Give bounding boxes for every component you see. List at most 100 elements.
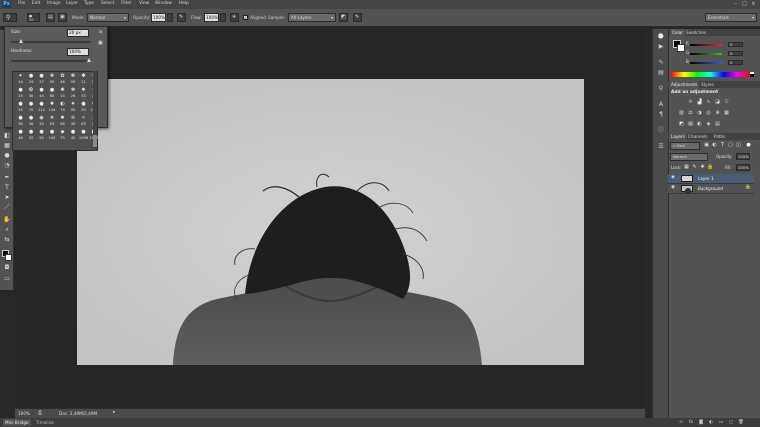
layer-row-background[interactable]: ◉ Background 🔒 <box>668 184 754 194</box>
menu-help[interactable]: Help <box>179 1 189 6</box>
history-panel-icon[interactable]: ⌚ <box>657 33 665 41</box>
blue-value-field[interactable]: 0 <box>728 60 743 65</box>
brush-preset-item[interactable]: ✸ 33 <box>78 88 89 99</box>
mode-select[interactable]: Normal ▾ <box>87 13 129 22</box>
layer-row-layer-1[interactable]: ◉ Layer 1 <box>668 174 754 184</box>
flow-dropdown[interactable] <box>220 13 226 22</box>
brush-preset-item[interactable]: ◉ 33 <box>36 116 47 127</box>
actions-panel-icon[interactable]: ▶ <box>657 43 665 51</box>
gradient-map-icon[interactable]: ▤ <box>714 121 721 128</box>
brush-preset-item[interactable]: ● 1096 <box>78 130 89 141</box>
green-value-field[interactable]: 0 <box>728 51 743 56</box>
tool-preset-picker[interactable]: ⚲ <box>3 13 17 22</box>
brush-preset-list[interactable]: ✦14●24●27❋39✿46✾59✱11✲17●23❂36●44●60✺14❃… <box>12 71 99 151</box>
brush-list-scroll-thumb[interactable] <box>93 135 97 147</box>
filter-shape-icon[interactable]: ▢ <box>727 142 734 149</box>
size-slider-track[interactable] <box>11 39 91 43</box>
info-panel-icon[interactable]: ⓘ <box>657 127 665 135</box>
airbrush-button[interactable]: ✈ <box>230 13 239 22</box>
brush-preset-item[interactable]: ❃ 26 <box>68 88 79 99</box>
brush-panel-icon[interactable]: ✎ <box>657 59 665 67</box>
channel-mixer-icon[interactable]: ⊕ <box>714 110 721 117</box>
flip-brush-icon[interactable]: ⇲ <box>98 30 102 35</box>
properties-panel-icon[interactable]: ☰ <box>657 143 665 151</box>
filter-toggle-icon[interactable]: ● <box>745 142 752 149</box>
pressure-size-button[interactable]: ✎ <box>353 13 362 22</box>
brush-preset-item[interactable]: ✷ 95 <box>68 102 79 113</box>
size-slider-thumb[interactable] <box>18 39 23 43</box>
brush-preset-item[interactable]: ● 32 <box>26 130 37 141</box>
vibrance-icon[interactable]: ▽ <box>723 99 730 106</box>
blue-slider[interactable] <box>690 62 722 64</box>
share-icon[interactable]: ⎙ <box>38 411 42 416</box>
create-preset-icon[interactable]: ▣ <box>98 41 103 46</box>
tab-layers[interactable]: Layers <box>669 133 687 140</box>
layer-style-icon[interactable]: fx <box>688 420 694 425</box>
color-balance-icon[interactable]: ⚖ <box>687 110 694 117</box>
brush-preset-item[interactable]: ✺ 14 <box>57 88 68 99</box>
layer-name[interactable]: Layer 1 <box>698 176 714 181</box>
hue-saturation-icon[interactable]: ▥ <box>678 110 685 117</box>
blur-tool-icon[interactable]: ● <box>3 152 11 160</box>
black-white-icon[interactable]: ◑ <box>696 110 703 117</box>
green-slider[interactable] <box>690 53 722 55</box>
brush-preset-item[interactable]: ✹ 134 <box>47 102 58 113</box>
tab-timeline[interactable]: Timeline <box>36 420 54 425</box>
eye-icon[interactable]: ◉ <box>671 175 675 181</box>
red-value-field[interactable]: 0 <box>728 42 743 47</box>
hardness-slider-thumb[interactable] <box>87 58 91 62</box>
color-spectrum-bar[interactable] <box>671 72 750 77</box>
menu-image[interactable]: Image <box>47 1 60 6</box>
gradient-tool-icon[interactable]: ▦ <box>3 142 11 150</box>
filter-pixel-icon[interactable]: ▣ <box>703 142 710 149</box>
link-layers-icon[interactable]: ∞ <box>678 420 684 425</box>
ignore-adjustment-layers-button[interactable]: ◩ <box>339 13 348 22</box>
zoom-level[interactable]: 100% <box>18 411 30 416</box>
layer-opacity-field[interactable]: 100% <box>736 153 750 160</box>
exposure-icon[interactable]: ◪ <box>714 99 721 106</box>
brush-preset-item[interactable]: ● 60 <box>47 88 58 99</box>
eraser-tool-icon[interactable]: ◧ <box>3 132 11 140</box>
brush-preset-item[interactable]: ◆ 75 <box>57 130 68 141</box>
close-icon[interactable]: × <box>751 2 756 7</box>
brush-preset-item[interactable]: ● 48 <box>15 130 26 141</box>
brush-preset-item[interactable]: ● 44 <box>36 88 47 99</box>
menu-file[interactable]: File <box>18 1 25 6</box>
selective-color-icon[interactable]: ◈ <box>705 121 712 128</box>
brush-preset-item[interactable]: ❂ 36 <box>26 88 37 99</box>
aligned-checkbox[interactable]: ✓ <box>243 15 248 20</box>
brush-preset-item[interactable]: ✹ 66 <box>57 116 68 127</box>
brush-preset-item[interactable]: ✱ 11 <box>78 74 89 85</box>
menu-type[interactable]: Type <box>84 1 94 6</box>
new-adjustment-layer-icon[interactable]: ◐ <box>708 420 714 425</box>
tab-paths[interactable]: Paths <box>712 133 727 140</box>
photo-filter-icon[interactable]: ◎ <box>705 110 712 117</box>
brush-preset-item[interactable]: ● 23 <box>15 88 26 99</box>
lock-transparent-icon[interactable]: ▦ <box>683 164 690 171</box>
opacity-field[interactable]: 100% <box>151 13 166 22</box>
pen-tool-icon[interactable]: ✒ <box>3 174 11 182</box>
tab-adjustments[interactable]: Adjustments <box>669 81 700 88</box>
posterize-icon[interactable]: ▧ <box>687 121 694 128</box>
opacity-dropdown[interactable] <box>167 13 173 22</box>
toggle-brush-panel-button[interactable]: ▤ <box>46 13 55 22</box>
brightness-contrast-icon[interactable]: ☼ <box>687 99 694 106</box>
menu-layer[interactable]: Layer <box>66 1 78 6</box>
brush-preset-item[interactable]: ✵ 63 <box>47 116 58 127</box>
brush-preset-item[interactable]: ✿ 46 <box>57 74 68 85</box>
levels-icon[interactable]: ▟ <box>696 99 703 106</box>
hardness-slider-track[interactable] <box>11 58 91 62</box>
brush-preset-item[interactable]: ✧ 63 <box>78 116 89 127</box>
flow-field[interactable]: 100% <box>204 13 219 22</box>
paragraph-panel-icon[interactable]: ¶ <box>657 111 665 119</box>
brush-list-scrollbar[interactable] <box>93 71 97 151</box>
blend-mode-select[interactable]: Normal <box>670 153 708 161</box>
brush-preset-item[interactable]: ● 55 <box>15 102 26 113</box>
brush-preset-item[interactable]: ✾ 59 <box>68 74 79 85</box>
color-lookup-icon[interactable]: ▦ <box>723 110 730 117</box>
quick-mask-icon[interactable]: ◘ <box>3 264 11 272</box>
brush-preset-item[interactable]: ● 29 <box>78 102 89 113</box>
minimize-icon[interactable]: – <box>733 2 738 7</box>
clone-source-panel-icon[interactable]: ⚲ <box>657 85 665 93</box>
hand-tool-icon[interactable]: ✋ <box>3 216 11 224</box>
